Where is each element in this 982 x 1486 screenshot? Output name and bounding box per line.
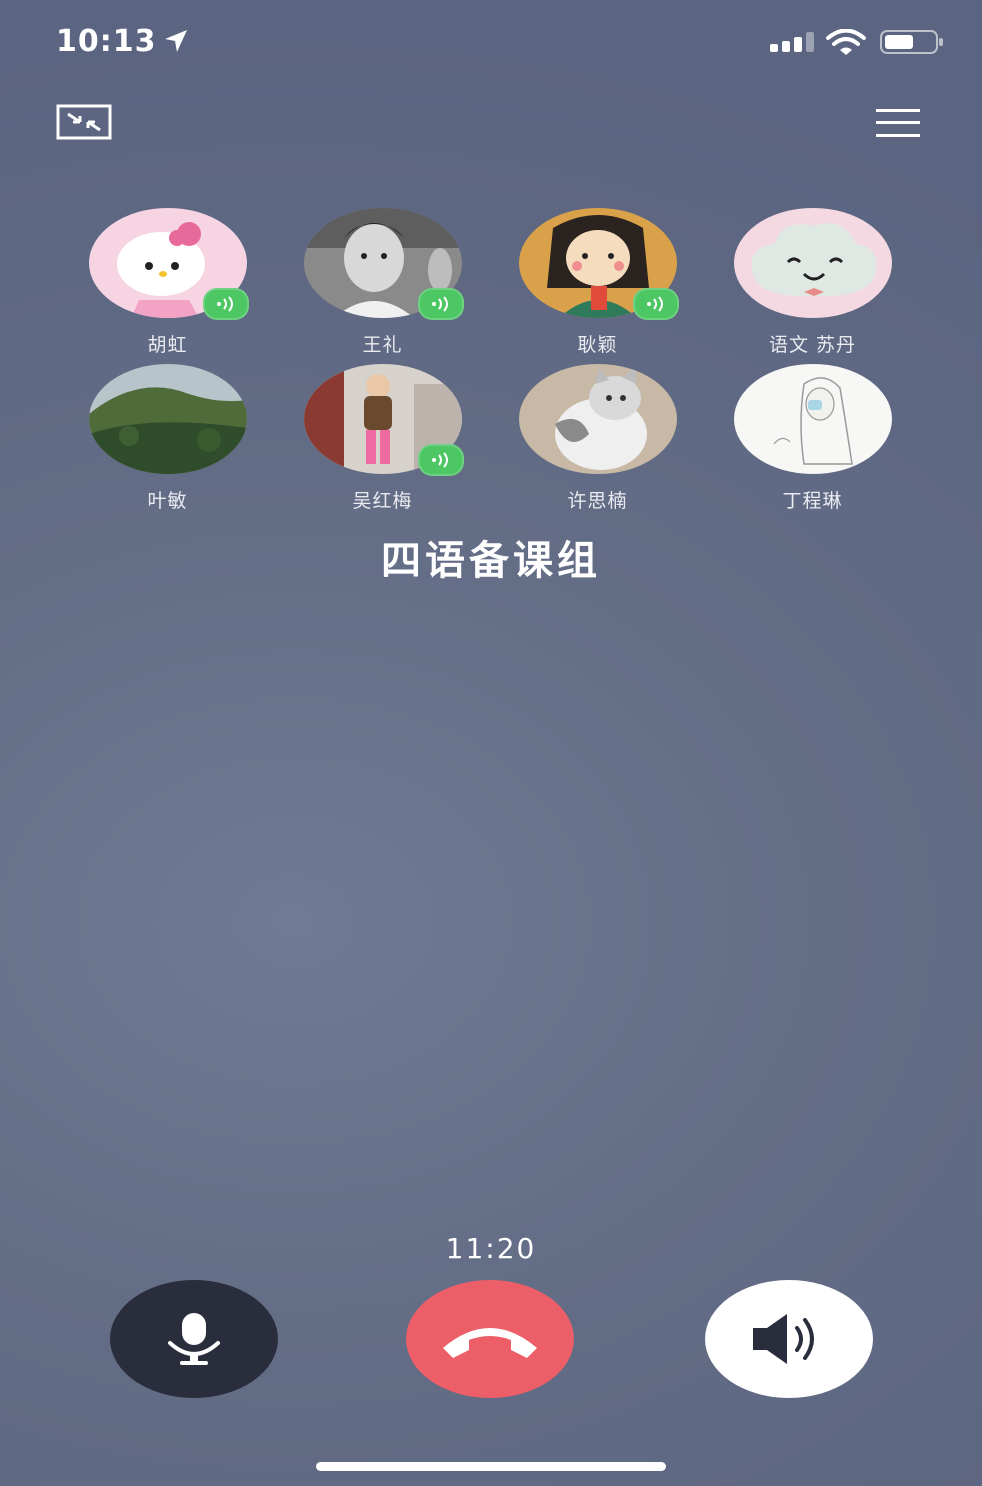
participant-name: 丁程琳	[782, 490, 843, 512]
girl-sketch-avatar	[733, 364, 892, 474]
minimize-window-icon	[56, 104, 112, 140]
participant-1[interactable]: 王礼	[275, 208, 490, 357]
avatar	[518, 208, 679, 320]
hamburger-menu-icon	[876, 109, 920, 137]
avatar	[733, 208, 892, 318]
mute-button[interactable]	[110, 1280, 278, 1398]
wifi-icon	[826, 29, 866, 55]
avatar	[733, 364, 892, 474]
home-indicator[interactable]	[316, 1462, 666, 1471]
status-bar: 10:13	[0, 0, 982, 84]
call-duration: 11:20	[445, 1232, 537, 1265]
participant-0[interactable]: 胡虹	[60, 208, 275, 357]
menu-button[interactable]	[874, 106, 922, 140]
avatar	[518, 364, 677, 474]
speaking-wave-icon	[431, 296, 448, 312]
speaking-badge	[202, 288, 249, 320]
speaking-badge	[417, 444, 464, 476]
participant-4[interactable]: 叶敏	[60, 364, 275, 513]
participant-2[interactable]: 耿颖	[490, 208, 705, 357]
participant-name: 语文 苏丹	[768, 334, 857, 356]
participant-name: 吴红梅	[352, 490, 413, 512]
speaking-wave-icon	[216, 296, 233, 312]
avatar	[303, 364, 464, 476]
status-time: 10:13	[56, 24, 157, 59]
battery-icon	[880, 30, 943, 54]
speaking-badge	[632, 288, 679, 320]
hang-up-button[interactable]	[406, 1280, 574, 1398]
location-arrow-icon	[165, 30, 187, 52]
smiling-cloud-avatar	[733, 208, 892, 318]
participant-name: 叶敏	[147, 490, 188, 512]
speaker-button[interactable]	[705, 1280, 873, 1398]
speaking-badge	[417, 288, 464, 320]
participant-name: 胡虹	[147, 334, 188, 356]
participant-3[interactable]: 语文 苏丹	[705, 208, 920, 357]
participant-7[interactable]: 丁程琳	[705, 364, 920, 513]
speaking-wave-icon	[646, 296, 663, 312]
mountain-landscape-avatar	[88, 364, 247, 474]
participant-name: 王礼	[362, 334, 403, 356]
participant-6[interactable]: 许思楠	[490, 364, 705, 513]
speaker-icon	[753, 1314, 814, 1364]
cat-photo-avatar	[518, 364, 677, 474]
avatar	[303, 208, 464, 320]
speaking-wave-icon	[431, 452, 448, 468]
minimize-button[interactable]	[56, 104, 112, 140]
hang-up-phone-icon	[443, 1328, 537, 1358]
microphone-icon	[168, 1313, 220, 1365]
participant-name: 许思楠	[567, 490, 628, 512]
avatar	[88, 364, 247, 474]
participant-name: 耿颖	[577, 334, 618, 356]
group-name: 四语备课组	[381, 538, 601, 584]
cellular-signal-icon	[770, 32, 814, 52]
participant-5[interactable]: 吴红梅	[275, 364, 490, 513]
avatar	[88, 208, 249, 320]
